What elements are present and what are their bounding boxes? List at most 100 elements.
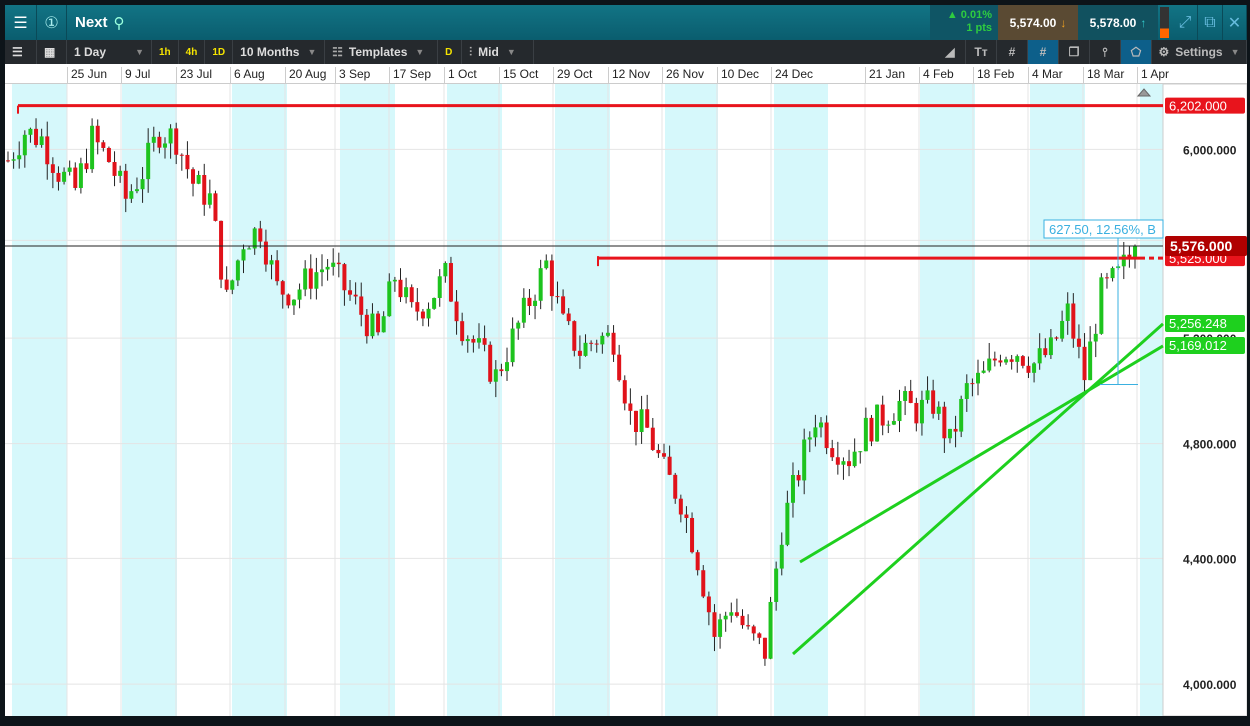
candle (303, 268, 308, 290)
candle (202, 175, 207, 205)
candle (942, 406, 947, 439)
range-value: 10 Months (240, 45, 300, 59)
candle (510, 328, 515, 363)
candle (712, 612, 717, 637)
candle (1060, 320, 1065, 339)
templates-icon: ☷ (332, 45, 343, 59)
candle (482, 338, 487, 345)
expand-icon[interactable]: ⤢ (1173, 5, 1198, 40)
candle (869, 417, 874, 442)
trendline-tool-icon[interactable]: ◢ (935, 40, 966, 64)
candle (1026, 365, 1031, 373)
candle (493, 369, 498, 382)
buy-price-button[interactable]: 5,578.00 ↑ (1078, 5, 1158, 40)
candle (981, 370, 986, 373)
close-icon[interactable]: ✕ (1223, 5, 1247, 40)
interval-select[interactable]: 1 Day ▼ (67, 40, 152, 64)
layout-icon[interactable]: ▦ (37, 40, 67, 64)
level-label: 6,202.000 (1169, 99, 1227, 114)
one-click-icon[interactable]: ① (37, 5, 67, 40)
candle (454, 301, 459, 322)
sell-price-button[interactable]: 5,574.00 ↓ (998, 5, 1078, 40)
candle (572, 321, 577, 351)
drawing-d-button[interactable]: D (438, 40, 463, 64)
quick-1d[interactable]: 1D (205, 40, 234, 64)
settings-button[interactable]: ⚙ Settings ▼ (1152, 40, 1247, 64)
candle (129, 191, 134, 199)
candle (701, 570, 706, 597)
candle (348, 290, 353, 295)
trendline-label: 5,169.012 (1169, 338, 1227, 353)
price-type-select[interactable]: ⫶ Mid ▼ (462, 40, 535, 64)
candle (936, 406, 941, 414)
candle (90, 125, 95, 170)
candle (729, 612, 734, 616)
quick-4h[interactable]: 4h (179, 40, 206, 64)
x-tick-label: 1 Oct (444, 67, 477, 84)
candle (11, 159, 16, 161)
crosshair-icon[interactable]: # (1028, 40, 1059, 64)
candles-icon: ⫶ (469, 44, 473, 59)
candle (566, 313, 571, 322)
candle (1104, 277, 1109, 279)
x-tick-label: 4 Mar (1028, 67, 1063, 84)
candle (1054, 337, 1059, 339)
chevron-down-icon: ▼ (506, 47, 516, 57)
candle (22, 134, 27, 156)
gear-icon: ⚙ (1158, 45, 1170, 59)
change-pct: ▲ 0.01% (946, 9, 992, 21)
candle (123, 170, 128, 199)
copy-icon[interactable]: ❐ (1059, 40, 1090, 64)
instrument-title[interactable]: Next (75, 14, 108, 31)
candle (959, 398, 964, 432)
x-tick-label: 3 Sep (335, 67, 370, 84)
range-select[interactable]: 10 Months ▼ (233, 40, 326, 64)
x-tick-label: 26 Nov (662, 67, 704, 84)
candle (151, 136, 156, 143)
indicator-icon[interactable]: ⫯ (1090, 40, 1121, 64)
price-chart[interactable]: 6,400.0006,000.0005,600.0005,200.0004,80… (5, 84, 1247, 716)
candle (656, 449, 661, 454)
search-icon[interactable]: ⚲ (114, 14, 125, 32)
interval-value: 1 Day (74, 45, 107, 59)
grid-icon[interactable]: # (997, 40, 1028, 64)
instrument-header: ☰ ① Next ⚲ ▲ 0.01% 1 pts 5,574.00 ↓ 5,578.… (5, 5, 1247, 40)
candle (460, 321, 465, 342)
list-icon[interactable]: ☰ (5, 40, 37, 64)
templates-select[interactable]: ☷ Templates ▼ (325, 40, 439, 64)
candle (207, 193, 212, 205)
candle (824, 422, 829, 449)
buy-price: 5,578.00 (1089, 15, 1137, 30)
candle (6, 160, 10, 162)
popout-icon[interactable]: ⧉ (1198, 5, 1223, 40)
candle (964, 383, 969, 399)
x-tick-label: 20 Aug (285, 67, 326, 84)
candle (667, 456, 672, 475)
candle (448, 263, 453, 302)
candle (505, 362, 510, 372)
candle (790, 475, 795, 503)
candle (1127, 254, 1132, 257)
candle (443, 263, 448, 277)
candle (241, 249, 246, 261)
candle (1004, 359, 1009, 363)
candle (617, 354, 622, 381)
tag-icon[interactable]: ⬠ (1121, 40, 1152, 64)
candle (191, 169, 196, 184)
candle (325, 266, 330, 270)
candle (1121, 254, 1126, 267)
candle (695, 552, 700, 571)
menu-icon[interactable]: ☰ (5, 5, 37, 40)
text-tool-icon[interactable]: Tт (966, 40, 997, 64)
quick-1h[interactable]: 1h (152, 40, 179, 64)
candle (650, 427, 655, 450)
candle (140, 179, 145, 190)
candle (179, 154, 184, 156)
x-tick-label: 23 Jul (176, 67, 212, 84)
candle (275, 260, 280, 282)
candle (835, 457, 840, 465)
candle (146, 142, 151, 180)
candle (387, 281, 392, 317)
candle (95, 125, 100, 143)
candle (594, 343, 599, 345)
